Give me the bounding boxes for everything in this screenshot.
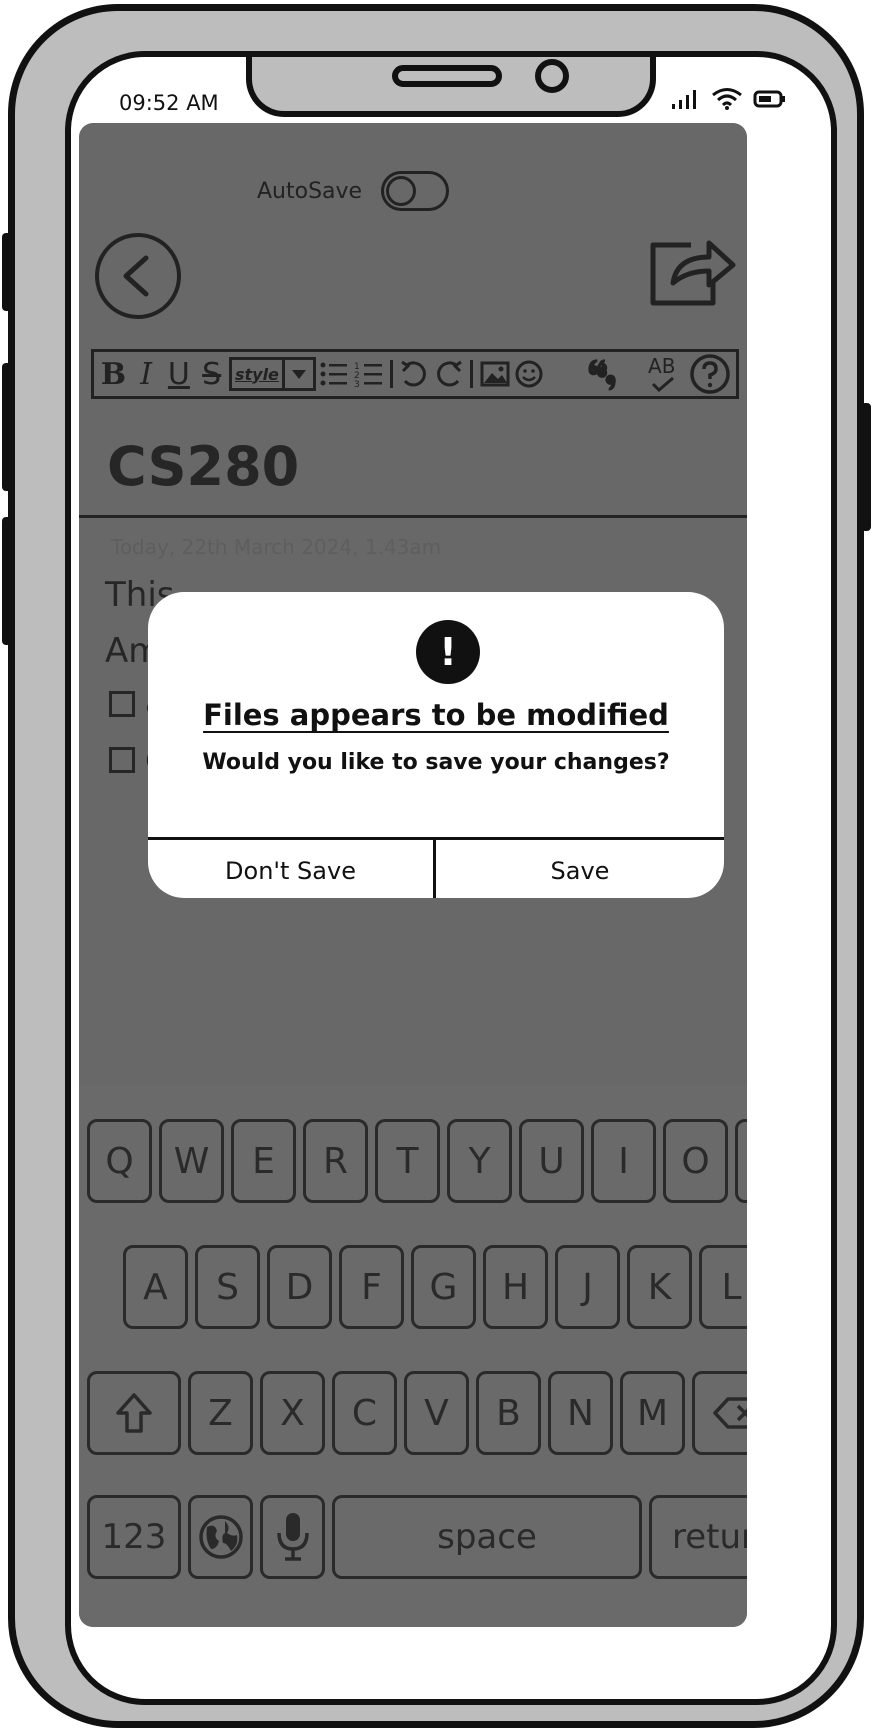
redo-icon[interactable] (433, 354, 466, 394)
silent-switch (2, 233, 12, 311)
keyboard: Q W E R T Y U I O P A S D F G H (79, 1085, 747, 1627)
key-l[interactable]: L (699, 1245, 747, 1329)
key-w[interactable]: W (159, 1119, 224, 1203)
save-button[interactable]: Save (436, 844, 724, 898)
key-v[interactable]: V (404, 1371, 469, 1455)
toolbar-divider (470, 360, 474, 388)
share-button[interactable] (647, 227, 737, 309)
globe-icon (198, 1515, 243, 1559)
key-e[interactable]: E (231, 1119, 296, 1203)
style-dropdown[interactable]: style (229, 357, 316, 391)
autosave-label: AutoSave (257, 179, 363, 204)
italic-button[interactable]: I (131, 354, 162, 394)
backspace-icon (713, 1397, 747, 1429)
toolbar-divider (390, 360, 394, 388)
volume-up-button (2, 363, 12, 491)
key-z[interactable]: Z (188, 1371, 253, 1455)
checklist-checkbox[interactable] (109, 691, 135, 717)
share-icon (650, 240, 736, 306)
signal-icon (672, 90, 696, 109)
note-title[interactable]: CS280 (107, 435, 299, 498)
dialog-title-text: Files appears to be modified (203, 698, 669, 732)
key-n[interactable]: N (548, 1371, 613, 1455)
key-c[interactable]: C (332, 1371, 397, 1455)
strikethrough-button[interactable]: S (196, 354, 227, 394)
dialog-message: Would you like to save your changes? (202, 750, 670, 775)
image-icon[interactable] (478, 354, 511, 394)
style-dropdown-label: style (232, 360, 285, 388)
notch (246, 57, 656, 117)
key-k[interactable]: K (627, 1245, 692, 1329)
key-f[interactable]: F (339, 1245, 404, 1329)
numbered-list-icon[interactable]: 1 2 3 (353, 354, 386, 394)
note-date: Today, 22th March 2024, 1.43am (111, 535, 442, 559)
numbers-key[interactable]: 123 (87, 1495, 181, 1579)
back-button[interactable] (95, 233, 181, 319)
undo-icon[interactable] (398, 354, 431, 394)
caret-down-icon (285, 360, 313, 388)
key-i[interactable]: I (591, 1119, 656, 1203)
space-key[interactable]: space (332, 1495, 642, 1579)
underline-button[interactable]: U (164, 354, 195, 394)
exclamation-icon: ! (416, 620, 480, 684)
shift-arrow-icon (116, 1393, 152, 1433)
checkmark-icon (651, 376, 674, 392)
key-h[interactable]: H (483, 1245, 548, 1329)
keyboard-row-1: Q W E R T Y U I O P (87, 1119, 747, 1203)
key-b[interactable]: B (476, 1371, 541, 1455)
shift-key[interactable] (87, 1371, 181, 1455)
key-d[interactable]: D (267, 1245, 332, 1329)
help-icon[interactable] (688, 354, 732, 394)
autosave-toggle[interactable] (381, 171, 449, 211)
quote-icon[interactable] (586, 354, 620, 394)
key-g[interactable]: G (411, 1245, 476, 1329)
formatting-toolbar: B I U S style 1 2 3 AB (91, 349, 739, 399)
key-p[interactable]: P (735, 1119, 747, 1203)
emoji-icon[interactable] (513, 354, 546, 394)
key-u[interactable]: U (519, 1119, 584, 1203)
dialog-title: Files appears to be modified (148, 698, 724, 732)
speaker (392, 65, 502, 87)
microphone-key[interactable] (260, 1495, 325, 1579)
key-t[interactable]: T (375, 1119, 440, 1203)
chevron-left-icon (123, 255, 149, 297)
keyboard-row-2: A S D F G H J K L (123, 1245, 747, 1329)
key-y[interactable]: Y (447, 1119, 512, 1203)
dialog-divider (148, 837, 724, 840)
key-x[interactable]: X (260, 1371, 325, 1455)
key-j[interactable]: J (555, 1245, 620, 1329)
spellcheck-button[interactable]: AB (638, 354, 686, 394)
key-o[interactable]: O (663, 1119, 728, 1203)
key-m[interactable]: M (620, 1371, 685, 1455)
microphone-icon (276, 1513, 309, 1561)
bullet-list-icon[interactable] (318, 354, 351, 394)
backspace-key[interactable] (692, 1371, 747, 1455)
keyboard-row-4: 123 space retu (87, 1495, 747, 1579)
key-q[interactable]: Q (87, 1119, 152, 1203)
key-a[interactable]: A (123, 1245, 188, 1329)
volume-down-button (2, 517, 12, 645)
svg-text:3: 3 (354, 380, 360, 388)
bold-button[interactable]: B (98, 354, 129, 394)
checklist-checkbox[interactable] (109, 747, 135, 773)
return-key[interactable]: return (649, 1495, 747, 1579)
unsaved-changes-dialog: ! Files appears to be modified Would you… (148, 592, 724, 898)
wifi-icon (712, 88, 742, 110)
camera (535, 59, 569, 93)
battery-icon (753, 90, 785, 108)
globe-key[interactable] (188, 1495, 253, 1579)
key-s[interactable]: S (195, 1245, 260, 1329)
power-button (861, 403, 871, 531)
key-r[interactable]: R (303, 1119, 368, 1203)
spellcheck-label: AB (648, 354, 676, 378)
status-icons (671, 87, 787, 111)
dont-save-button[interactable]: Don't Save (148, 844, 433, 898)
status-time: 09:52 AM (119, 91, 219, 115)
title-divider (79, 515, 747, 518)
keyboard-row-3: Z X C V B N M (87, 1371, 747, 1455)
toggle-knob (386, 176, 416, 206)
